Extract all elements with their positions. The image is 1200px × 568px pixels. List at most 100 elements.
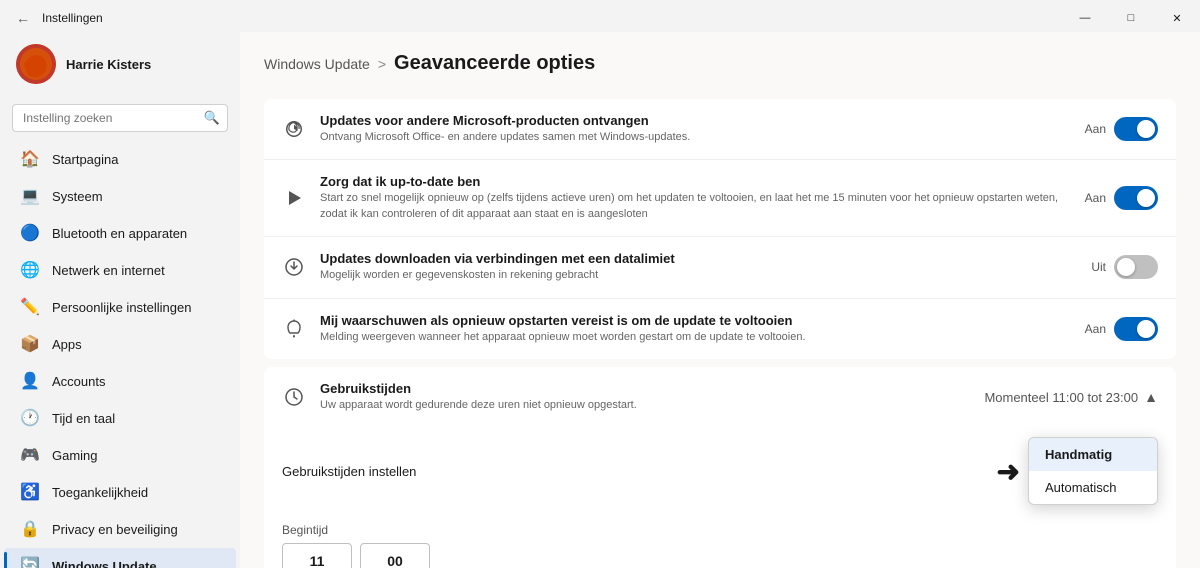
sidebar-label-accounts: Accounts xyxy=(52,374,105,389)
setting-desc-microsoft-updates: Ontvang Microsoft Office- en andere upda… xyxy=(320,130,1071,145)
setting-text-waarschuwen: Mij waarschuwen als opnieuw opstarten ve… xyxy=(320,313,1071,345)
minimize-button[interactable]: — xyxy=(1062,2,1108,34)
sidebar-item-tijd[interactable]: 🕐 Tijd en taal xyxy=(4,400,236,436)
search-input[interactable] xyxy=(12,104,228,132)
sidebar-label-toegankelijkheid: Toegankelijkheid xyxy=(52,485,148,500)
toggle-knob-uptodate xyxy=(1137,189,1155,207)
toggle-waarschuwen[interactable] xyxy=(1114,317,1158,341)
settings-card-main: Updates voor andere Microsoft-producten … xyxy=(264,99,1176,359)
setting-row-microsoft-updates: Updates voor andere Microsoft-producten … xyxy=(264,99,1176,160)
setting-desc-waarschuwen: Melding weergeven wanneer het apparaat o… xyxy=(320,330,1071,345)
titlebar-left: ← Instellingen xyxy=(12,10,103,26)
toggle-microsoft-updates[interactable] xyxy=(1114,117,1158,141)
sidebar-label-bluetooth: Bluetooth en apparaten xyxy=(52,226,187,241)
uptodate-icon xyxy=(282,186,306,210)
breadcrumb-current: Geavanceerde opties xyxy=(394,52,595,75)
sidebar-label-gaming: Gaming xyxy=(52,448,98,463)
setting-text-datalimiet: Updates downloaden via verbindingen met … xyxy=(320,251,1077,283)
begintijd-hours[interactable]: 11 xyxy=(282,543,352,568)
sidebar-item-startpagina[interactable]: 🏠 Startpagina xyxy=(4,141,236,177)
gebruikstijden-desc: Uw apparaat wordt gedurende deze uren ni… xyxy=(320,398,970,413)
netwerk-icon: 🌐 xyxy=(20,260,40,280)
sidebar-item-bluetooth[interactable]: 🔵 Bluetooth en apparaten xyxy=(4,215,236,251)
setting-control-datalimiet: Uit xyxy=(1091,255,1158,279)
sidebar-item-privacy[interactable]: 🔒 Privacy en beveiliging xyxy=(4,511,236,547)
sidebar-nav: 🏠 Startpagina 💻 Systeem 🔵 Bluetooth en a… xyxy=(0,140,240,568)
toggle-knob-waarschuwen xyxy=(1137,320,1155,338)
dropdown-item-automatisch[interactable]: Automatisch xyxy=(1029,471,1157,504)
sidebar-item-windowsupdate[interactable]: 🔄 Windows Update xyxy=(4,548,236,568)
setting-control-uptodate: Aan xyxy=(1085,186,1158,210)
bluetooth-icon: 🔵 xyxy=(20,223,40,243)
content-area: Windows Update > Geavanceerde opties Upd… xyxy=(240,32,1200,568)
sidebar-item-systeem[interactable]: 💻 Systeem xyxy=(4,178,236,214)
sidebar-item-apps[interactable]: 📦 Apps xyxy=(4,326,236,362)
dropdown-menu: Handmatig Automatisch xyxy=(1028,437,1158,505)
sidebar: Harrie Kisters 🔍 🏠 Startpagina 💻 Systeem… xyxy=(0,32,240,568)
sidebar-label-windowsupdate: Windows Update xyxy=(52,559,157,568)
setting-row-datalimiet: Updates downloaden via verbindingen met … xyxy=(264,237,1176,298)
setting-desc-uptodate: Start zo snel mogelijk opnieuw op (zelfs… xyxy=(320,191,1071,222)
setting-text-microsoft-updates: Updates voor andere Microsoft-producten … xyxy=(320,113,1071,145)
apps-icon: 📦 xyxy=(20,334,40,354)
status-uptodate: Aan xyxy=(1085,191,1106,205)
status-waarschuwen: Aan xyxy=(1085,322,1106,336)
sidebar-item-netwerk[interactable]: 🌐 Netwerk en internet xyxy=(4,252,236,288)
sidebar-label-privacy: Privacy en beveiliging xyxy=(52,522,178,537)
setting-row-uptodate: Zorg dat ik up-to-date ben Start zo snel… xyxy=(264,160,1176,237)
gebruikstijden-control: Momenteel 11:00 tot 23:00 ▲ xyxy=(984,389,1158,405)
toggle-datalimiet[interactable] xyxy=(1114,255,1158,279)
back-button[interactable]: ← xyxy=(12,10,34,26)
sidebar-label-apps: Apps xyxy=(52,337,82,352)
begintijd-inputs: 11 00 xyxy=(282,543,1158,568)
user-name: Harrie Kisters xyxy=(66,57,151,72)
breadcrumb-separator: > xyxy=(378,56,386,72)
begintijd-label: Begintijd xyxy=(282,523,1158,537)
home-icon: 🏠 xyxy=(20,149,40,169)
privacy-icon: 🔒 xyxy=(20,519,40,539)
big-arrow-icon: ➜ xyxy=(997,455,1020,488)
maximize-button[interactable]: □ xyxy=(1108,2,1154,34)
sidebar-item-toegankelijkheid[interactable]: ♿ Toegankelijkheid xyxy=(4,474,236,510)
setting-title-microsoft-updates: Updates voor andere Microsoft-producten … xyxy=(320,113,1071,128)
toegankelijkheid-icon: ♿ xyxy=(20,482,40,502)
toggle-uptodate[interactable] xyxy=(1114,186,1158,210)
expand-icon: ▲ xyxy=(1144,389,1158,405)
sidebar-label-persoonlijk: Persoonlijke instellingen xyxy=(52,300,191,315)
setting-control-microsoft-updates: Aan xyxy=(1085,117,1158,141)
search-box: 🔍 xyxy=(12,104,228,132)
begintijd-minutes[interactable]: 00 xyxy=(360,543,430,568)
gebruikstijden-title-wrap: Gebruikstijden Uw apparaat wordt geduren… xyxy=(320,381,970,413)
breadcrumb: Windows Update > Geavanceerde opties xyxy=(264,52,1176,75)
persoonlijk-icon: ✏️ xyxy=(20,297,40,317)
waarschuwen-icon xyxy=(282,317,306,341)
close-button[interactable]: ✕ xyxy=(1154,2,1200,34)
begintijd-section: Begintijd 11 00 xyxy=(282,523,1158,568)
toggle-knob-datalimiet xyxy=(1117,258,1135,276)
sidebar-item-accounts[interactable]: 👤 Accounts xyxy=(4,363,236,399)
arrow-and-dropdown: ➜ Handmatig Automatisch xyxy=(997,437,1158,505)
gebruikstijden-icon xyxy=(282,385,306,409)
gebruikstijden-body: Gebruikstijden instellen ➜ Handmatig Aut… xyxy=(264,427,1176,568)
sidebar-label-startpagina: Startpagina xyxy=(52,152,119,167)
updates-icon xyxy=(282,117,306,141)
accounts-icon: 👤 xyxy=(20,371,40,391)
dropdown-item-handmatig[interactable]: Handmatig xyxy=(1029,438,1157,471)
tijd-icon: 🕐 xyxy=(20,408,40,428)
systeem-icon: 💻 xyxy=(20,186,40,206)
titlebar: ← Instellingen — □ ✕ xyxy=(0,0,1200,32)
breadcrumb-parent[interactable]: Windows Update xyxy=(264,56,370,72)
setting-text-uptodate: Zorg dat ik up-to-date ben Start zo snel… xyxy=(320,174,1071,222)
search-icon: 🔍 xyxy=(204,110,220,126)
avatar xyxy=(16,44,56,84)
status-datalimiet: Uit xyxy=(1091,260,1106,274)
gebruikstijden-header[interactable]: Gebruikstijden Uw apparaat wordt geduren… xyxy=(264,367,1176,427)
sidebar-item-gaming[interactable]: 🎮 Gaming xyxy=(4,437,236,473)
instellen-label: Gebruikstijden instellen xyxy=(282,464,997,479)
gaming-icon: 🎮 xyxy=(20,445,40,465)
main-content: Harrie Kisters 🔍 🏠 Startpagina 💻 Systeem… xyxy=(0,32,1200,568)
setting-row-waarschuwen: Mij waarschuwen als opnieuw opstarten ve… xyxy=(264,299,1176,359)
sidebar-item-persoonlijk[interactable]: ✏️ Persoonlijke instellingen xyxy=(4,289,236,325)
sidebar-label-tijd: Tijd en taal xyxy=(52,411,115,426)
setting-control-waarschuwen: Aan xyxy=(1085,317,1158,341)
